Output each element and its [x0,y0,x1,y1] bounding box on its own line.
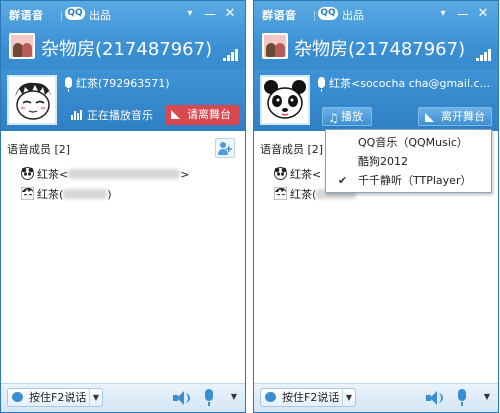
chevron-down-icon[interactable]: ▼ [231,392,237,401]
mic-icon[interactable] [205,389,213,406]
speaker-icon[interactable] [426,391,443,405]
member-name: 红茶( [37,188,64,201]
member-avatar-icon [21,167,34,180]
current-speaker: 红茶(792963571) [76,77,170,90]
brand-suffix: 出品 [342,9,364,22]
playing-status: 正在播放音乐 [71,107,153,123]
close-icon[interactable]: ✕ [476,7,490,20]
bottom-toolbar: 按住F2说话 ▼ ▼ [254,383,498,412]
menu-item-ttplayer[interactable]: ✔ 千千静听（TTPlayer） [326,171,491,191]
menu-item-label: 酷狗2012 [358,155,408,168]
bottom-toolbar: 按住F2说话 ▼ ▼ [1,383,245,412]
push-to-talk-label: 按住F2说话 [29,391,87,404]
voice-window-left: 群语音 QQ 出品 ▾ — ✕ 杂物房(217487967) 红茶(792963… [0,0,246,413]
close-icon[interactable]: ✕ [223,7,237,20]
chevron-down-icon[interactable]: ▼ [89,389,102,406]
minimize-icon[interactable]: — [456,8,470,20]
member-avatar-icon [274,167,287,180]
menu-icon[interactable]: ▾ [183,8,197,20]
room-avatar [262,33,288,59]
play-music-button[interactable]: ♫ 播放 [322,107,372,126]
flag-icon [425,113,434,122]
member-id-redacted [68,169,181,179]
push-to-talk-button[interactable]: 按住F2说话 ▼ [7,388,103,407]
app-brand: 群语音 [262,9,297,22]
remove-from-stage-button[interactable]: 请离舞台 [165,105,239,125]
signal-icon [223,49,239,61]
room-title: 杂物房(217487967) [294,39,466,60]
leave-stage-button[interactable]: 离开舞台 [418,107,492,126]
member-id-redacted [63,189,108,199]
chevron-down-icon[interactable]: ▼ [484,392,490,401]
current-speaker: 红茶<sococha cha@gmail.c... [329,77,491,90]
push-to-talk-label: 按住F2说话 [282,391,340,404]
flag-icon [171,110,180,119]
music-player-menu: QQ音乐（QQMusic） 酷狗2012 ✔ 千千静听（TTPlayer） [325,129,492,193]
qq-logo: QQ [318,7,338,20]
brand-suffix: 出品 [89,9,111,22]
mic-icon[interactable] [458,389,466,406]
menu-item-qqmusic[interactable]: QQ音乐（QQMusic） [326,133,491,153]
menu-item-label: QQ音乐（QQMusic） [358,136,468,149]
room-avatar [9,33,35,59]
playing-status-text: 正在播放音乐 [87,109,153,122]
member-row[interactable]: 红茶< [274,166,321,184]
stage-panel: 红茶(792963571) 正在播放音乐 请离舞台 [1,69,245,131]
member-avatar-icon [274,187,287,200]
mic-icon [65,77,72,92]
speaker-avatar[interactable] [260,75,310,125]
member-avatar-icon [21,187,34,200]
menu-item-kugou[interactable]: 酷狗2012 [326,152,491,172]
menu-icon[interactable]: ▾ [436,8,450,20]
talk-bubble-icon [265,392,276,402]
chevron-down-icon[interactable]: ▼ [342,389,355,406]
app-brand: 群语音 [9,9,44,22]
members-panel: 语音成员 [2] + 红茶< > 红茶() [1,132,245,384]
stage-panel: 红茶<sococha cha@gmail.c... ♫ 播放 离开舞台 [254,69,498,131]
minimize-icon[interactable]: — [203,8,217,20]
member-name: 红茶< [37,168,69,181]
brand-divider [61,11,62,21]
equalizer-icon [71,110,83,120]
music-note-icon: ♫ [328,111,339,125]
signal-icon [476,49,492,61]
play-music-label: 播放 [341,110,363,123]
speaker-avatar[interactable] [7,75,57,125]
member-row[interactable]: 红茶() [21,186,112,204]
members-header: 语音成员 [2] [260,143,324,156]
brand-divider [314,11,315,21]
talk-bubble-icon [12,392,23,402]
menu-item-label: 千千静听（TTPlayer） [358,174,472,187]
push-to-talk-button[interactable]: 按住F2说话 ▼ [260,388,356,407]
member-name-suffix: ) [107,188,112,201]
leave-stage-label: 离开舞台 [441,110,485,123]
speaker-icon[interactable] [173,391,190,405]
member-name: 红茶< [290,168,322,181]
member-row[interactable]: 红茶< > [21,166,189,184]
voice-window-right: 群语音 QQ 出品 ▾ — ✕ 杂物房(217487967) 红茶<sococh… [253,0,499,413]
member-name: 红茶( [290,188,317,201]
room-title: 杂物房(217487967) [41,39,213,60]
remove-from-stage-label: 请离舞台 [187,108,231,121]
add-member-icon[interactable]: + [215,138,235,158]
mic-icon [318,77,325,92]
checkmark-icon: ✔ [338,174,348,187]
members-header: 语音成员 [2] [7,143,71,156]
member-name-suffix: > [180,168,190,181]
qq-logo: QQ [65,7,85,20]
